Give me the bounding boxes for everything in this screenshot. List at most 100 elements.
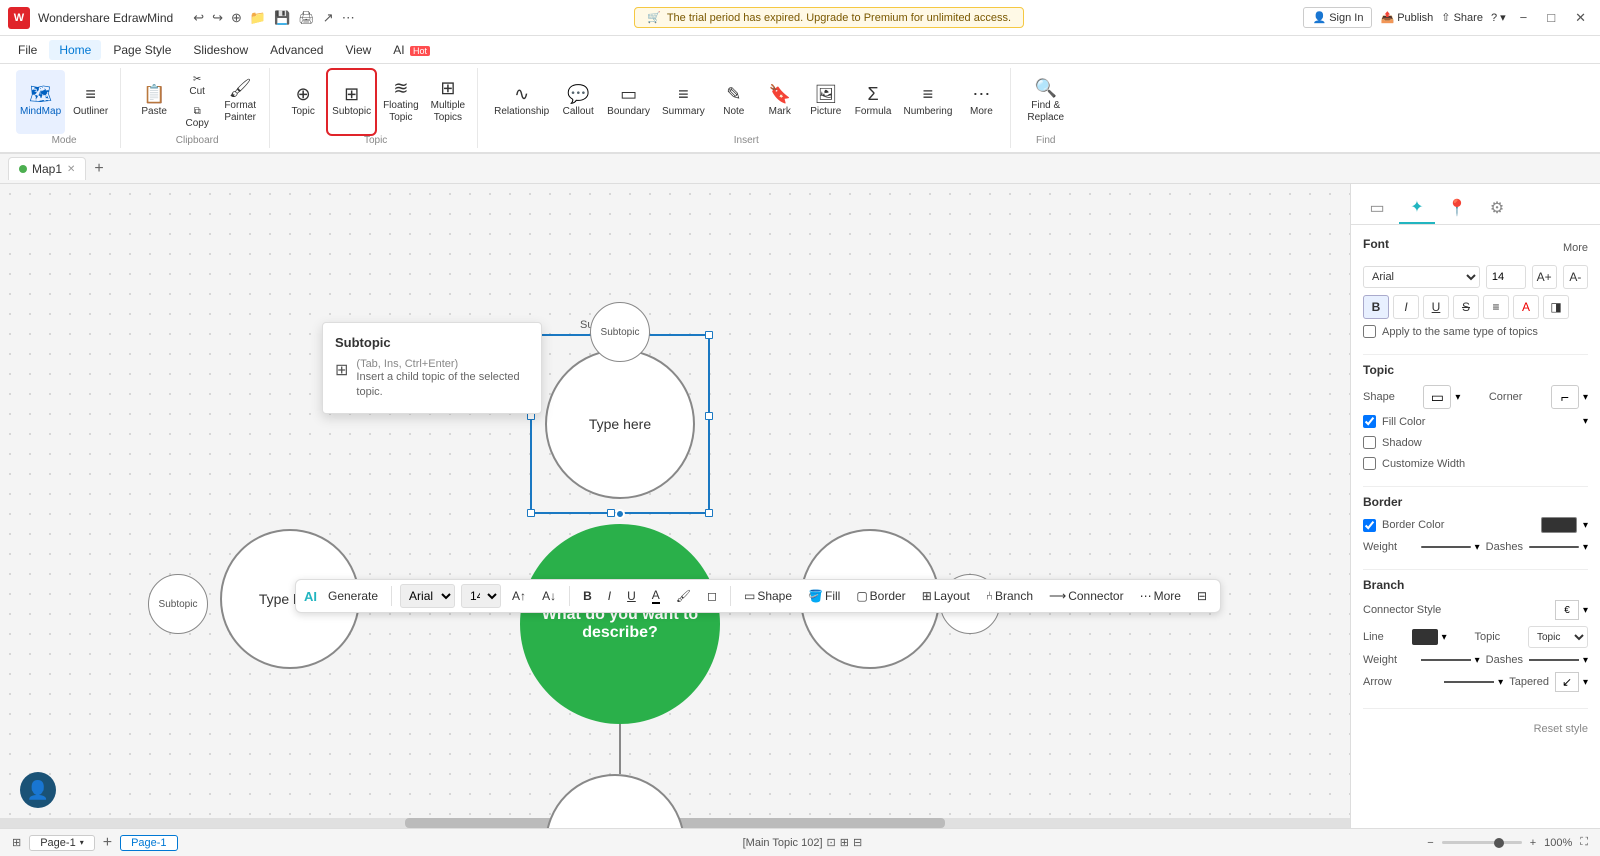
fill-ft-button[interactable]: 🪣 Fill [803, 586, 845, 606]
font-size-input[interactable] [1486, 265, 1526, 289]
tab-close-icon[interactable]: ✕ [67, 164, 75, 175]
corner-caret[interactable]: ▾ [1583, 392, 1588, 403]
resize-handle-br[interactable] [705, 509, 713, 517]
menu-slideshow[interactable]: Slideshow [183, 40, 258, 60]
add-tab-button[interactable]: + [94, 160, 103, 178]
border-color-swatch[interactable] [1541, 517, 1577, 533]
panel-tab-location[interactable]: 📍 [1439, 192, 1475, 224]
shape-ft-button[interactable]: ▭ Shape [739, 586, 797, 606]
undo-icon[interactable]: ↩ [193, 10, 204, 26]
underline-button-ft[interactable]: U [622, 586, 641, 606]
connector-style-caret[interactable]: ▾ [1583, 605, 1588, 616]
bottom-node[interactable]: Type here [545, 774, 685, 828]
shape-caret[interactable]: ▾ [1455, 392, 1460, 403]
size-select[interactable]: 14 [461, 584, 501, 608]
highlight-color-btn[interactable]: ◨ [1543, 295, 1569, 319]
menu-ai[interactable]: AI Hot [383, 40, 440, 60]
fit-screen-icon[interactable]: ⊟ [853, 836, 862, 849]
minimize-button[interactable]: − [1514, 6, 1534, 29]
border-ft-button[interactable]: ▢ Border [851, 586, 910, 606]
shape-select-btn[interactable]: ▭ [1423, 385, 1451, 409]
generate-button[interactable]: Generate [323, 586, 383, 606]
italic-button[interactable]: I [1393, 295, 1419, 319]
signin-button[interactable]: 👤 Sign In [1303, 7, 1372, 28]
formula-button[interactable]: Σ Formula [851, 70, 896, 134]
page-tab-1[interactable]: Page-1 ▾ [29, 835, 95, 851]
zoom-out-button[interactable]: − [1427, 837, 1433, 849]
arrow-caret[interactable]: ▾ [1498, 677, 1503, 688]
canvas[interactable]: Type here Subtopic What do you want to d… [0, 184, 1350, 828]
top-node[interactable]: Type here [545, 349, 695, 499]
resize-handle-bl[interactable] [527, 509, 535, 517]
close-button[interactable]: ✕ [1569, 6, 1592, 30]
fullscreen-button[interactable]: ⛶ [1580, 836, 1588, 849]
zoom-in-button[interactable]: + [1530, 837, 1536, 849]
line-color-caret[interactable]: ▾ [1442, 632, 1447, 643]
connect-dot-bottom[interactable] [615, 509, 625, 519]
central-node[interactable]: What do you want to describe? [520, 524, 720, 724]
save-icon[interactable]: 💾 [274, 10, 290, 26]
fit-width-icon[interactable]: ⊞ [840, 836, 849, 849]
font-family-select[interactable]: Arial [1363, 266, 1480, 288]
apply-same-type-checkbox[interactable] [1363, 325, 1376, 338]
publish-button[interactable]: 📤 Publish [1380, 11, 1433, 24]
redo-icon[interactable]: ↪ [212, 10, 223, 26]
fit-icon[interactable]: ⊡ [827, 836, 836, 849]
tab-map1[interactable]: Map1 ✕ [8, 157, 86, 180]
weight-caret[interactable]: ▾ [1475, 542, 1480, 553]
customize-width-checkbox[interactable] [1363, 457, 1376, 470]
menu-home[interactable]: Home [49, 40, 101, 60]
floating-topic-button[interactable]: ≋ FloatingTopic [379, 70, 423, 134]
panel-tab-format[interactable]: ▭ [1359, 192, 1395, 224]
zoom-thumb[interactable] [1494, 838, 1504, 848]
menu-page-style[interactable]: Page Style [103, 40, 181, 60]
panel-toggle-icon[interactable]: ⊞ [12, 836, 21, 849]
fill-color-checkbox[interactable] [1363, 415, 1376, 428]
format-painter-button[interactable]: 🖌 FormatPainter [219, 70, 261, 134]
branch-weight-caret[interactable]: ▾ [1475, 655, 1480, 666]
reset-style-button[interactable]: Reset style [1534, 723, 1588, 735]
summary-button[interactable]: ≡ Summary [658, 70, 709, 134]
corner-select-btn[interactable]: ⌐ [1551, 385, 1579, 409]
branch-ft-button[interactable]: ⑃ Branch [981, 586, 1038, 606]
erase-button[interactable]: ◻ [702, 586, 722, 606]
print-icon[interactable]: 🖨 [298, 10, 315, 26]
outliner-button[interactable]: ≡ Outliner [69, 70, 112, 134]
copy-button[interactable]: ⧉ Copy [179, 103, 215, 133]
increase-font-btn[interactable]: A+ [1532, 265, 1557, 289]
menu-file[interactable]: File [8, 40, 47, 60]
find-replace-button[interactable]: 🔍 Find &Replace [1023, 70, 1068, 134]
align-button[interactable]: ≡ [1483, 295, 1509, 319]
resize-handle-tr[interactable] [705, 331, 713, 339]
bold-button[interactable]: B [1363, 295, 1389, 319]
menu-advanced[interactable]: Advanced [260, 40, 333, 60]
border-color-checkbox[interactable] [1363, 519, 1376, 532]
border-color-caret[interactable]: ▾ [1583, 520, 1588, 531]
bold-button-ft[interactable]: B [578, 586, 597, 606]
share-button[interactable]: ⇧ Share [1441, 11, 1483, 24]
export-icon[interactable]: ↗ [323, 10, 334, 26]
decrease-font-btn[interactable]: A- [1563, 265, 1588, 289]
tapered-caret[interactable]: ▾ [1583, 677, 1588, 688]
numbering-button[interactable]: ≡ Numbering [899, 70, 956, 134]
callout-button[interactable]: 💬 Callout [557, 70, 599, 134]
add-page-button[interactable]: + [103, 834, 112, 852]
connector-style-btn[interactable]: € [1555, 600, 1579, 620]
multiple-topics-button[interactable]: ⊞ MultipleTopics [427, 70, 469, 134]
collapse-ft-button[interactable]: ⊟ [1192, 586, 1212, 606]
open-icon[interactable]: 📁 [250, 10, 266, 26]
subtopic-left[interactable]: Subtopic [148, 574, 208, 634]
relationship-button[interactable]: ∿ Relationship [490, 70, 553, 134]
topic-select[interactable]: Topic [1528, 626, 1588, 648]
shadow-checkbox[interactable] [1363, 436, 1376, 449]
layout-ft-button[interactable]: ⊞ Layout [917, 586, 975, 606]
font-select[interactable]: Arial [400, 584, 455, 608]
resize-handle-mr[interactable] [705, 412, 713, 420]
active-page-tab[interactable]: Page-1 [120, 835, 177, 851]
subtopic-button[interactable]: ⊞ Subtopic [328, 70, 375, 134]
zoom-slider[interactable] [1442, 841, 1522, 844]
connector-ft-button[interactable]: ⟶ Connector [1044, 586, 1129, 606]
panel-tab-style[interactable]: ✦ [1399, 192, 1435, 224]
trial-banner[interactable]: 🛒 The trial period has expired. Upgrade … [634, 7, 1024, 28]
italic-button-ft[interactable]: I [603, 586, 616, 606]
